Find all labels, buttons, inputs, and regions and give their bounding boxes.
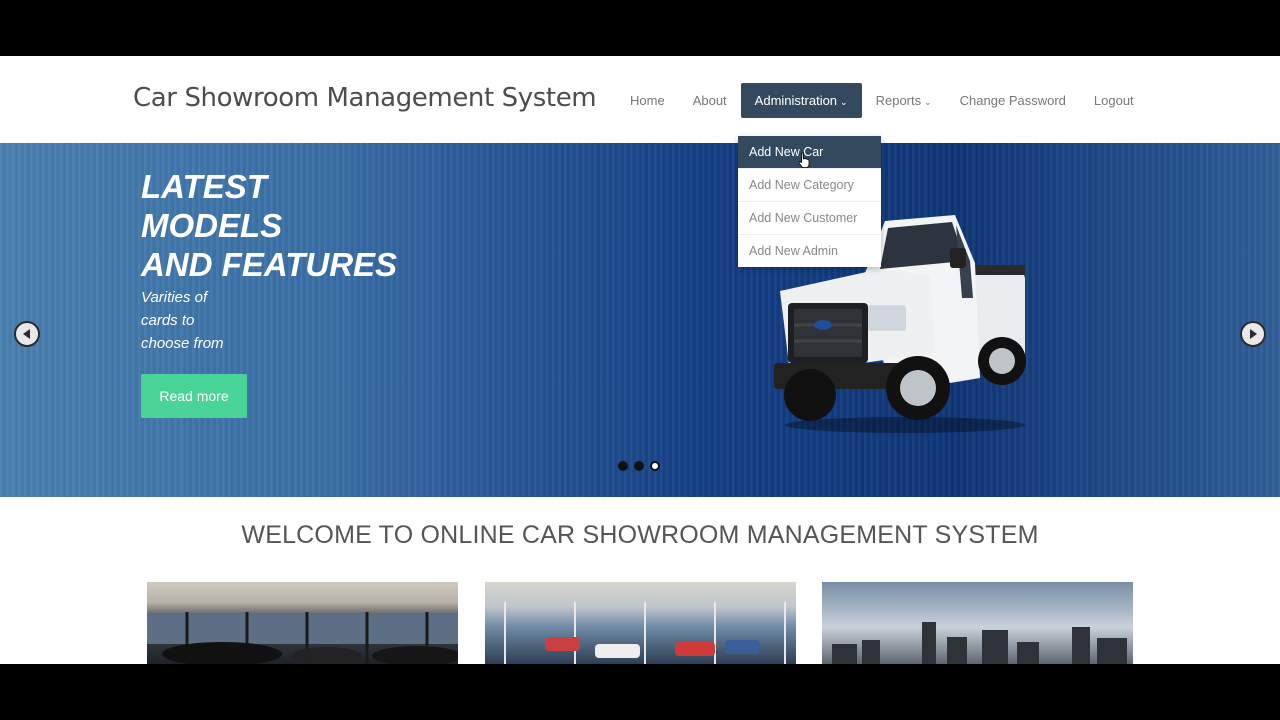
city-skyline-graphic (832, 622, 1127, 664)
main-nav: Home About Administration ⌄ Reports ⌄ Chan… (616, 83, 1148, 118)
hero-carousel: LATEST MODELS AND FEATURES Varities of c… (0, 143, 1280, 497)
nav-reports-label: Reports (875, 93, 922, 108)
chevron-down-icon: ⌄ (840, 97, 848, 107)
carousel-dot-2[interactable] (634, 461, 644, 471)
site-header: Car Showroom Management System Home Abou… (0, 56, 1280, 143)
nav-logout[interactable]: Logout (1080, 83, 1148, 118)
nav-administration-label: Administration (754, 93, 838, 108)
nav-administration[interactable]: Administration ⌄ (740, 83, 862, 118)
carousel-next-button[interactable] (1240, 321, 1266, 347)
nav-reports[interactable]: Reports ⌄ (862, 83, 946, 118)
chevron-left-icon (23, 329, 30, 339)
carousel-dot-1[interactable] (618, 461, 628, 471)
hero-title-line: MODELS (141, 207, 283, 244)
video-letterbox-top (0, 0, 1280, 56)
nav-about[interactable]: About (679, 83, 741, 118)
city-skyline-image (822, 582, 1133, 664)
browser-page: Car Showroom Management System Home Abou… (0, 56, 1280, 664)
nav-home[interactable]: Home (616, 83, 679, 118)
hero-subtitle: Varities of cards to choose from (141, 286, 261, 355)
nav-change-password[interactable]: Change Password (946, 83, 1080, 118)
carousel-prev-button[interactable] (14, 321, 40, 347)
hero-subtitle-line: cards to (141, 312, 195, 329)
menu-item-add-new-category[interactable]: Add New Category (738, 168, 881, 201)
showroom-cars-graphic (147, 612, 458, 664)
hero-title: LATEST MODELS AND FEATURES (141, 167, 397, 284)
video-letterbox-bottom (0, 664, 1280, 720)
site-brand[interactable]: Car Showroom Management System (133, 83, 597, 113)
carousel-indicators (618, 461, 660, 471)
chevron-right-icon (1250, 329, 1257, 339)
hero-subtitle-line: Varities of (141, 289, 208, 306)
menu-item-add-new-customer[interactable]: Add New Customer (738, 201, 881, 234)
hand-cursor-icon (798, 152, 810, 168)
carousel-dot-3[interactable] (650, 461, 660, 471)
read-more-button[interactable]: Read more (141, 374, 247, 418)
hero-title-line: AND FEATURES (141, 246, 398, 283)
showroom-interior-image (147, 582, 458, 664)
showroom-floor-graphic (504, 602, 786, 664)
welcome-heading: WELCOME TO ONLINE CAR SHOWROOM MANAGEMEN… (241, 521, 1039, 549)
menu-item-add-new-admin[interactable]: Add New Admin (738, 234, 881, 267)
hero-subtitle-line: choose from (141, 335, 224, 352)
chevron-down-icon: ⌄ (924, 97, 932, 107)
hero-title-line: LATEST (141, 168, 267, 205)
showroom-floor-image (485, 582, 796, 664)
